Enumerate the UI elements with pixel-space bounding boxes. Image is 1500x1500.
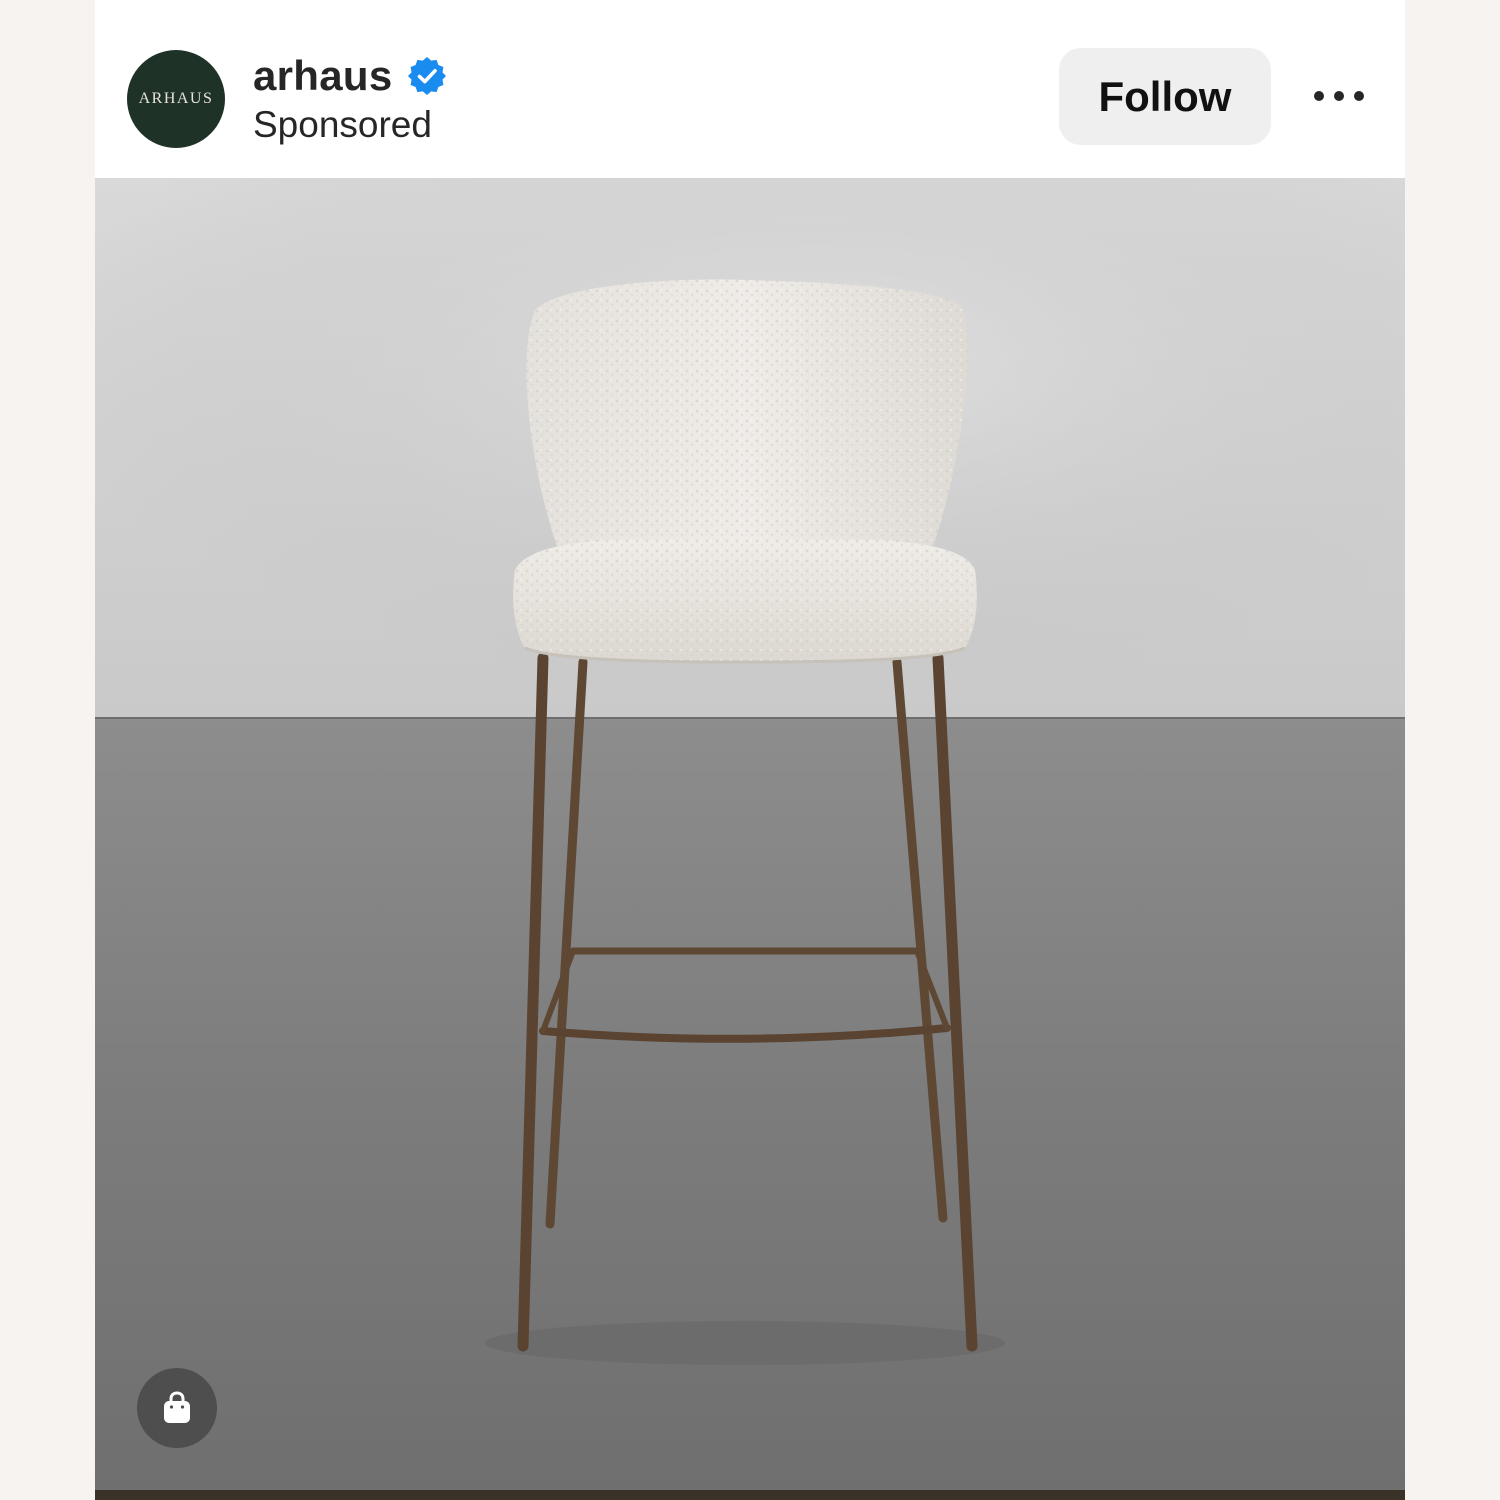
follow-button[interactable]: Follow: [1059, 48, 1271, 145]
bottom-edge: [95, 1490, 1405, 1500]
account-name[interactable]: arhaus: [253, 52, 393, 100]
account-name-row: arhaus: [253, 48, 447, 104]
shopping-bag-icon: [164, 1391, 190, 1423]
profile-avatar[interactable]: ARHAUS: [127, 50, 225, 148]
post-header: ARHAUS arhaus Sponsored Follow: [95, 0, 1405, 178]
more-dot: [1354, 91, 1364, 101]
instagram-post: ARHAUS arhaus Sponsored Follow: [95, 0, 1405, 1500]
more-dot: [1334, 91, 1344, 101]
sponsored-label: Sponsored: [253, 104, 432, 145]
post-image-bar-stool[interactable]: [95, 178, 1405, 1490]
verified-badge-icon: [407, 56, 447, 96]
avatar-logo-text: ARHAUS: [138, 90, 214, 107]
more-dot: [1314, 91, 1324, 101]
floor: [95, 718, 1405, 1490]
more-options-icon[interactable]: [1307, 72, 1371, 120]
shopping-bag-button[interactable]: [137, 1368, 217, 1448]
